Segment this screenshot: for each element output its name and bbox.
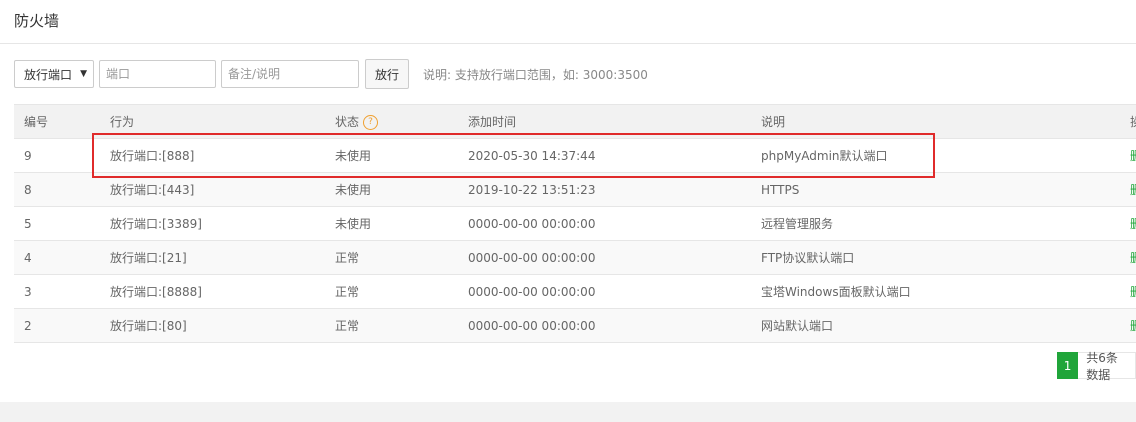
cell-action: 放行端口:[80] bbox=[100, 308, 325, 343]
delete-link[interactable]: 删 bbox=[1120, 274, 1136, 309]
table-row: 5 放行端口:[3389] 未使用 0000-00-00 00:00:00 远程… bbox=[14, 206, 1136, 241]
cell-status: 正常 bbox=[325, 240, 458, 275]
cell-desc: 远程管理服务 bbox=[751, 206, 1120, 241]
cell-desc: 网站默认端口 bbox=[751, 308, 1120, 343]
cell-id: 5 bbox=[14, 206, 100, 241]
note-input[interactable] bbox=[221, 60, 359, 88]
cell-action: 放行端口:[8888] bbox=[100, 274, 325, 309]
cell-id: 9 bbox=[14, 138, 100, 173]
allow-button[interactable]: 放行 bbox=[365, 59, 410, 89]
caret-down-icon: ▼ bbox=[80, 69, 87, 79]
cell-id: 3 bbox=[14, 274, 100, 309]
delete-link[interactable]: 删 bbox=[1120, 172, 1136, 207]
table-row: 2 放行端口:[80] 正常 0000-00-00 00:00:00 网站默认端… bbox=[14, 308, 1136, 343]
cell-status: 正常 bbox=[325, 308, 458, 343]
delete-link[interactable]: 删 bbox=[1120, 308, 1136, 343]
cell-status: 未使用 bbox=[325, 206, 458, 241]
col-id: 编号 bbox=[14, 104, 100, 139]
cell-desc: FTP协议默认端口 bbox=[751, 240, 1120, 275]
table-row: 3 放行端口:[8888] 正常 0000-00-00 00:00:00 宝塔W… bbox=[14, 274, 1136, 309]
question-circle-icon[interactable]: ? bbox=[363, 115, 379, 130]
hint-text: 说明: 支持放行端口范围，如: 3000:3500 bbox=[423, 67, 648, 82]
cell-action: 放行端口:[21] bbox=[100, 240, 325, 275]
pagination: 1 共6条数据 bbox=[1057, 351, 1136, 382]
title-divider bbox=[0, 43, 1136, 44]
delete-link[interactable]: 删 bbox=[1120, 206, 1136, 241]
col-op: 操 bbox=[1120, 104, 1136, 139]
port-input[interactable] bbox=[99, 60, 216, 88]
action-select[interactable]: 放行端口 ▼ bbox=[14, 60, 94, 88]
cell-time: 0000-00-00 00:00:00 bbox=[458, 274, 751, 309]
cell-id: 8 bbox=[14, 172, 100, 207]
cell-desc: 宝塔Windows面板默认端口 bbox=[751, 274, 1120, 309]
cell-id: 2 bbox=[14, 308, 100, 343]
table-row: 4 放行端口:[21] 正常 0000-00-00 00:00:00 FTP协议… bbox=[14, 240, 1136, 275]
cell-time: 0000-00-00 00:00:00 bbox=[458, 206, 751, 241]
highlight-box bbox=[92, 133, 935, 178]
page-button-current[interactable]: 1 bbox=[1057, 352, 1079, 379]
delete-link[interactable]: 删 bbox=[1120, 138, 1136, 173]
page-title: 防火墙 bbox=[14, 12, 60, 30]
cell-status: 正常 bbox=[325, 274, 458, 309]
col-status-label: 状态 bbox=[335, 115, 360, 129]
cell-action: 放行端口:[3389] bbox=[100, 206, 325, 241]
footer-bar bbox=[0, 402, 1136, 422]
cell-id: 4 bbox=[14, 240, 100, 275]
cell-time: 0000-00-00 00:00:00 bbox=[458, 308, 751, 343]
action-select-value: 放行端口 bbox=[24, 67, 73, 82]
pagination-total: 共6条数据 bbox=[1078, 351, 1136, 382]
cell-time: 0000-00-00 00:00:00 bbox=[458, 240, 751, 275]
firewall-toolbar: 放行端口 ▼ 放行 说明: 支持放行端口范围，如: 3000:3500 bbox=[14, 59, 648, 89]
delete-link[interactable]: 删 bbox=[1120, 240, 1136, 275]
